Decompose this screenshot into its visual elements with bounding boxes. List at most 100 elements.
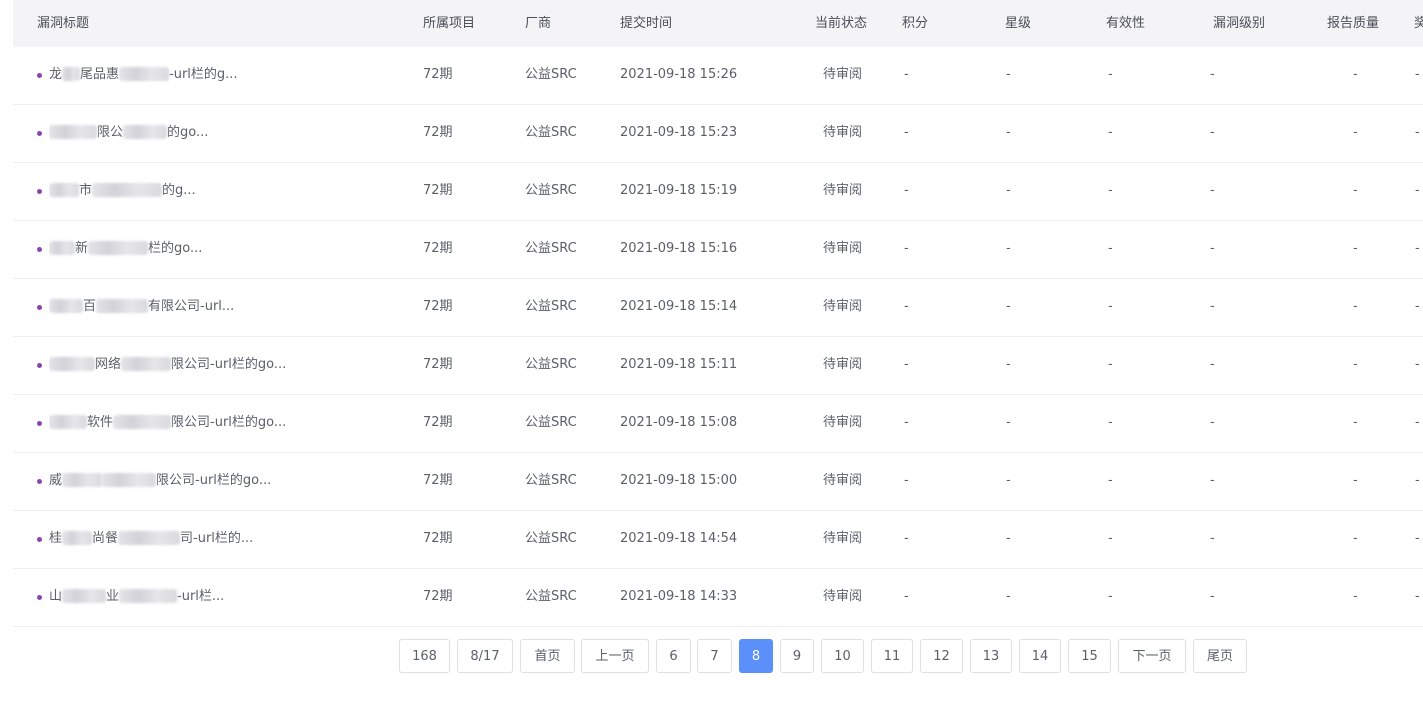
- vuln-title-link[interactable]: 软件 限公司-url栏的go...: [49, 395, 311, 451]
- cell-quality: -: [1353, 241, 1358, 256]
- vuln-title-link[interactable]: 龙 尾品惠 -url栏的g...: [49, 47, 311, 103]
- page-button[interactable]: 10: [821, 639, 864, 673]
- cell-points: -: [904, 67, 909, 82]
- table-row[interactable]: 龙 尾品惠 -url栏的g... 72期 公益SRC 2021-09-18 15:26 待审…: [13, 47, 1423, 105]
- page-button[interactable]: 13: [970, 639, 1012, 673]
- redacted-text: [62, 472, 103, 487]
- redacted-text: [49, 124, 97, 139]
- table-row[interactable]: 限公 的go... 72期 公益SRC 2021-09-18 15:23 待审阅 - - - - -…: [13, 105, 1423, 163]
- cell-vendor: 公益SRC: [525, 241, 577, 256]
- vuln-title-link[interactable]: 市 的g...: [49, 163, 311, 219]
- vuln-title-link[interactable]: 威 限公司-url栏的go...: [49, 453, 311, 509]
- page-button[interactable]: 9: [780, 639, 814, 673]
- title-text: 软件: [87, 415, 114, 430]
- cell-status: 待审阅: [823, 531, 863, 546]
- page-button[interactable]: 12: [920, 639, 963, 673]
- vuln-title-link[interactable]: 限公 的go...: [49, 105, 311, 161]
- cell-project: 72期: [423, 183, 453, 198]
- header-submit-time: 提交时间: [620, 16, 673, 31]
- cell-project: 72期: [423, 415, 453, 430]
- first-page-button[interactable]: 首页: [520, 639, 575, 673]
- cell-points: -: [904, 241, 909, 256]
- cell-extra: -: [1415, 183, 1420, 198]
- redacted-text: [96, 298, 149, 313]
- cell-vendor: 公益SRC: [525, 415, 577, 430]
- title-text: -url栏的g...: [169, 67, 238, 82]
- cell-project: 72期: [423, 357, 453, 372]
- cell-project: 72期: [423, 67, 453, 82]
- vuln-title-link[interactable]: 桂 尚餐 司-url栏的...: [49, 511, 311, 567]
- cell-project: 72期: [423, 473, 453, 488]
- header-vendor: 厂商: [525, 16, 552, 31]
- cell-extra: -: [1415, 589, 1420, 604]
- cell-validity: -: [1108, 299, 1113, 314]
- table-row[interactable]: 百 有限公司-url... 72期 公益SRC 2021-09-18 15:14 待审阅 -…: [13, 279, 1423, 337]
- bullet-icon: [37, 595, 42, 600]
- cell-submit-time: 2021-09-18 15:16: [620, 241, 738, 256]
- vuln-title-link[interactable]: 山 业 -url栏...: [49, 569, 311, 625]
- prev-page-button[interactable]: 上一页: [581, 639, 649, 673]
- cell-project: 72期: [423, 299, 453, 314]
- cell-stars: -: [1006, 473, 1011, 488]
- next-page-button[interactable]: 下一页: [1118, 639, 1186, 673]
- cell-extra: -: [1415, 473, 1420, 488]
- cell-submit-time: 2021-09-18 15:26: [620, 67, 738, 82]
- cell-quality: -: [1353, 473, 1358, 488]
- cell-submit-time: 2021-09-18 14:54: [620, 531, 738, 546]
- cell-extra: -: [1415, 125, 1420, 140]
- table-row[interactable]: 桂 尚餐 司-url栏的... 72期 公益SRC 2021-09-18 14:54 待审阅…: [13, 511, 1423, 569]
- table-row[interactable]: 市 的g... 72期 公益SRC 2021-09-18 15:19 待审阅 - - - - - -: [13, 163, 1423, 221]
- last-page-button[interactable]: 尾页: [1193, 639, 1247, 673]
- table-row[interactable]: 新 栏的go... 72期 公益SRC 2021-09-18 15:16 待审阅 - - - - -…: [13, 221, 1423, 279]
- cell-extra: -: [1415, 241, 1420, 256]
- title-text: 网络: [95, 357, 122, 372]
- page-button[interactable]: 6: [656, 639, 691, 673]
- cell-quality: -: [1353, 299, 1358, 314]
- page-button[interactable]: 15: [1068, 639, 1111, 673]
- cell-points: -: [904, 589, 909, 604]
- page-button[interactable]: 14: [1019, 639, 1061, 673]
- header-points: 积分: [902, 16, 929, 31]
- vuln-title-link[interactable]: 新 栏的go...: [49, 221, 311, 277]
- bullet-icon: [37, 189, 42, 194]
- page-button[interactable]: 11: [871, 639, 913, 673]
- cell-validity: -: [1108, 67, 1113, 82]
- cell-quality: -: [1353, 531, 1358, 546]
- redacted-text: [62, 530, 93, 545]
- header-status: 当前状态: [815, 16, 868, 31]
- cell-quality: -: [1353, 125, 1358, 140]
- cell-points: -: [904, 299, 909, 314]
- title-text: 桂: [49, 531, 63, 546]
- redacted-text: [49, 182, 79, 197]
- cell-vendor: 公益SRC: [525, 473, 577, 488]
- cell-quality: -: [1353, 589, 1358, 604]
- bullet-icon: [37, 73, 42, 78]
- header-quality: 报告质量: [1327, 16, 1380, 31]
- cell-stars: -: [1006, 67, 1011, 82]
- vuln-title-link[interactable]: 网络 限公司-url栏的go...: [49, 337, 311, 393]
- redacted-text: [49, 298, 83, 313]
- table-row[interactable]: 威 限公司-url栏的go... 72期 公益SRC 2021-09-18 15:00 待…: [13, 453, 1423, 511]
- bullet-icon: [37, 421, 42, 426]
- redacted-text: [119, 66, 170, 81]
- cell-level: -: [1210, 415, 1215, 430]
- title-text: 限公司-url栏的go...: [171, 415, 287, 430]
- cell-points: -: [904, 415, 909, 430]
- table-row[interactable]: 山 业 -url栏... 72期 公益SRC 2021-09-18 14:33 待审阅 - - -…: [13, 569, 1423, 627]
- cell-status: 待审阅: [823, 415, 863, 430]
- cell-vendor: 公益SRC: [525, 531, 577, 546]
- cell-quality: -: [1353, 415, 1358, 430]
- title-text: -url栏...: [177, 589, 225, 604]
- table-row[interactable]: 网络 限公司-url栏的go... 72期 公益SRC 2021-09-18 15:11…: [13, 337, 1423, 395]
- page-button-current[interactable]: 8: [739, 639, 773, 673]
- cell-quality: -: [1353, 67, 1358, 82]
- cell-vendor: 公益SRC: [525, 357, 577, 372]
- redacted-text: [121, 356, 172, 371]
- cell-extra: -: [1415, 299, 1420, 314]
- page-button[interactable]: 7: [697, 639, 732, 673]
- vuln-title-link[interactable]: 百 有限公司-url...: [49, 279, 311, 335]
- redacted-text: [49, 414, 87, 429]
- redacted-text: [49, 356, 95, 371]
- table-row[interactable]: 软件 限公司-url栏的go... 72期 公益SRC 2021-09-18 15:08…: [13, 395, 1423, 453]
- cell-validity: -: [1108, 125, 1113, 140]
